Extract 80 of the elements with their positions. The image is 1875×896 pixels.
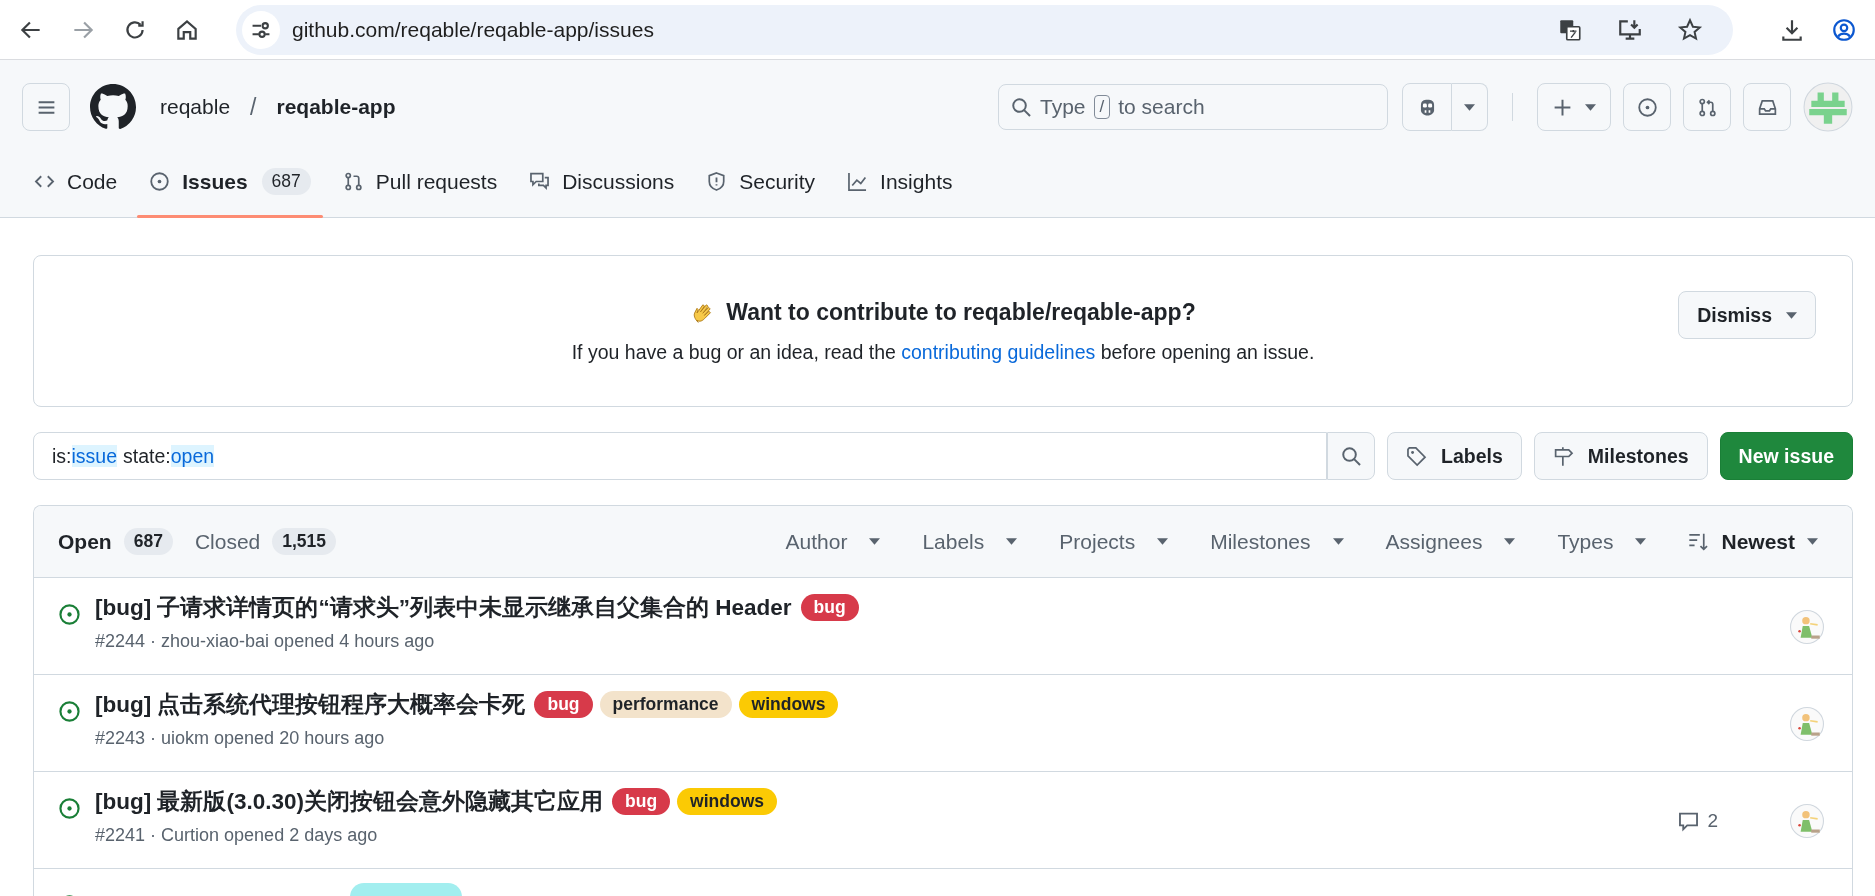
search-placeholder: to search — [1118, 95, 1205, 119]
caret-icon — [1157, 538, 1169, 545]
issue-label[interactable]: windows — [677, 788, 777, 815]
comment-icon — [1678, 810, 1700, 832]
milestones-button[interactable]: Milestones — [1533, 432, 1708, 480]
discussion-icon — [529, 171, 551, 192]
caret-icon — [1786, 311, 1797, 319]
caret-icon — [1464, 103, 1475, 111]
shield-icon — [706, 171, 728, 192]
issue-meta: #2243 · uiokm opened 20 hours ago — [95, 728, 386, 749]
filter-field[interactable]: is:issue state:open — [33, 432, 1328, 480]
caret-icon — [1635, 538, 1647, 545]
sort-icon — [1688, 531, 1710, 552]
open-issue-icon — [58, 700, 81, 723]
state-tab[interactable]: Closed 1,515 — [194, 528, 337, 555]
sort-dropdown[interactable]: Newest — [1678, 529, 1828, 554]
caret-icon — [1807, 538, 1818, 545]
pull-requests-button[interactable] — [1683, 83, 1731, 131]
issue-icon — [149, 171, 171, 192]
issue-meta: #2244 · zhou-xiao-bai opened 4 hours ago — [95, 631, 436, 652]
issue-title-link[interactable]: [bug] 子请求详情页的“请求头”列表中未显示继承自父集合的 Header — [95, 592, 792, 623]
search-icon — [1340, 445, 1362, 467]
octocat-logo-icon[interactable] — [90, 84, 136, 130]
open-issue-icon — [58, 603, 81, 626]
state-tab[interactable]: Open 687 — [58, 528, 173, 555]
owner-link[interactable]: reqable — [160, 95, 231, 119]
filter-dropdown[interactable]: Projects — [1049, 529, 1179, 554]
star-icon[interactable] — [1677, 16, 1703, 43]
issues-button[interactable] — [1623, 83, 1671, 131]
signpost-icon — [1552, 445, 1574, 467]
copilot-button[interactable] — [1402, 83, 1452, 131]
filter-dropdown[interactable]: Types — [1547, 529, 1657, 554]
caret-icon — [1504, 538, 1516, 545]
repo-link[interactable]: reqable-app — [276, 95, 396, 119]
repo-tab[interactable]: Discussions — [517, 146, 687, 217]
search-field[interactable]: Type / to search — [998, 84, 1388, 130]
site-settings-icon[interactable] — [242, 10, 280, 49]
new-issue-button[interactable]: New issue — [1719, 432, 1853, 480]
graph-icon — [847, 171, 869, 192]
issue-label[interactable]: bug — [534, 691, 593, 718]
issue-title-link[interactable]: [bug] 点击系统代理按钮程序大概率会卡死 — [95, 689, 526, 720]
caret-icon — [1585, 103, 1596, 111]
caret-icon — [869, 538, 881, 545]
tag-icon — [1406, 445, 1428, 467]
filter-dropdown[interactable]: Author — [775, 529, 891, 554]
filter-dropdown[interactable]: Labels — [912, 529, 1028, 554]
banner-text: If you have a bug or an idea, read the contributing guidelines before opening an issue. — [571, 340, 1315, 364]
issue-label[interactable]: bug — [800, 594, 859, 621]
pull-request-icon — [1696, 96, 1718, 118]
inbox-button[interactable] — [1743, 83, 1791, 131]
caret-icon — [1332, 538, 1344, 545]
caret-icon — [1006, 538, 1018, 545]
comment-count[interactable]: 2 — [1678, 810, 1718, 832]
keyboard-shortcut: / — [1093, 95, 1111, 119]
issue-label[interactable]: bug — [612, 788, 671, 815]
repo-tab[interactable]: Issues 687 — [137, 146, 323, 217]
repo-tab[interactable]: Pull requests — [330, 146, 510, 217]
dismiss-button[interactable]: Dismiss — [1678, 291, 1816, 339]
pull-request-icon — [342, 171, 364, 192]
repo-tab[interactable]: Security — [694, 146, 828, 217]
repo-tab[interactable]: Insights — [835, 146, 965, 217]
filter-dropdown[interactable]: Assignees — [1375, 529, 1526, 554]
profile-icon[interactable] — [1831, 16, 1857, 43]
breadcrumb-separator: / — [250, 93, 257, 121]
search-button[interactable] — [1327, 432, 1376, 480]
banner-title: Want to contribute to reqable/reqable-app? — [726, 299, 1196, 326]
labels-button[interactable]: Labels — [1387, 432, 1522, 480]
menu-button[interactable] — [22, 83, 70, 131]
open-issue-icon — [58, 797, 81, 820]
repo-tab[interactable]: Code — [22, 146, 130, 217]
issue-meta: #2241 · Curtion opened 2 days ago — [95, 825, 379, 846]
filter-dropdown[interactable]: Milestones — [1200, 529, 1354, 554]
guidelines-link[interactable]: contributing guidelines — [901, 340, 1096, 363]
search-placeholder: Type — [1040, 95, 1086, 119]
issue-title-link[interactable]: [bug] 最新版(3.0.30)关闭按钮会意外隐藏其它应用 — [95, 786, 603, 817]
issue-icon — [1636, 96, 1658, 118]
issue-label[interactable]: performance — [599, 691, 732, 718]
issue-label[interactable]: windows — [738, 691, 839, 718]
address-bar-url[interactable]: github.com/reqable/reqable-app/issues — [292, 17, 654, 42]
search-icon — [1011, 96, 1032, 118]
